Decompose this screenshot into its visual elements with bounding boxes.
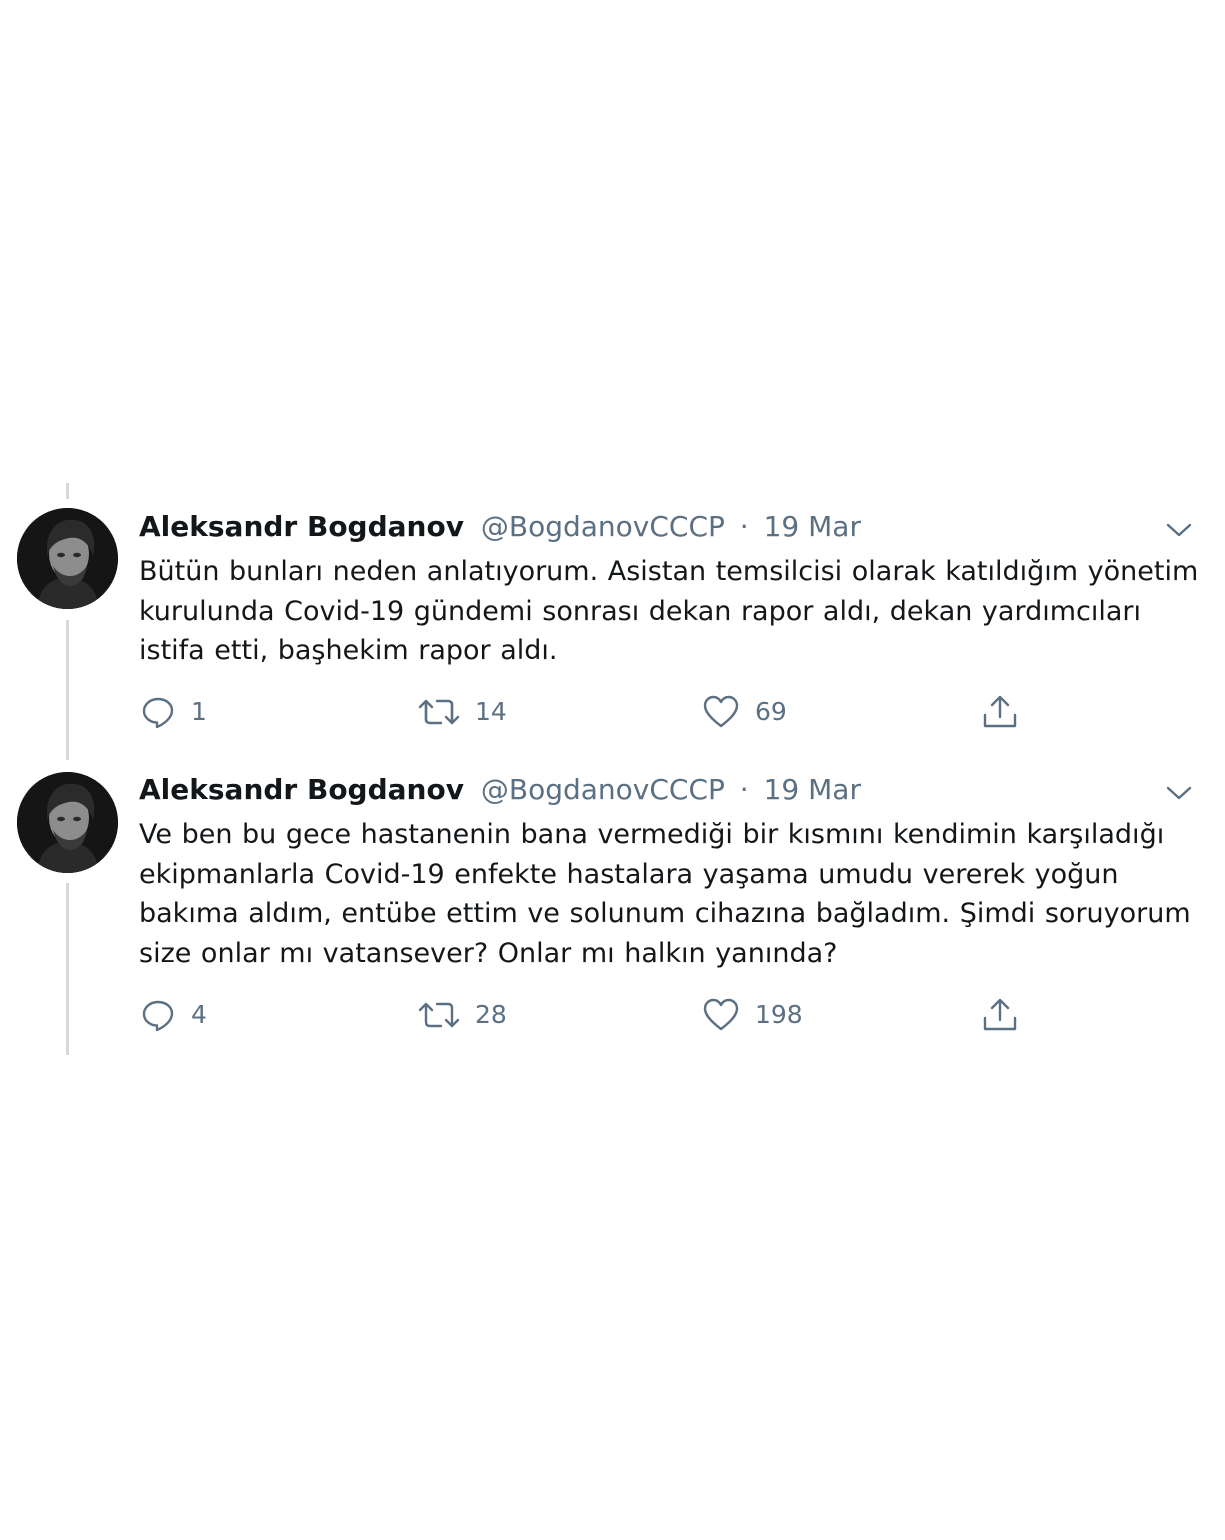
chevron-down-icon[interactable] [1162, 513, 1196, 547]
like-button[interactable]: 69 [701, 692, 787, 732]
chevron-down-icon[interactable] [1162, 776, 1196, 810]
avatar[interactable] [17, 508, 118, 609]
share-icon [981, 996, 1019, 1034]
avatar[interactable] [17, 772, 118, 873]
heart-icon [701, 693, 741, 731]
share-icon [981, 693, 1019, 731]
tweet-header: Aleksandr Bogdanov @BogdanovCCCP · 19 Ma… [139, 770, 861, 810]
author-handle[interactable]: @BogdanovCCCP [481, 773, 725, 806]
retweet-icon [417, 693, 461, 731]
like-button[interactable]: 198 [701, 995, 803, 1035]
author-handle[interactable]: @BogdanovCCCP [481, 510, 725, 543]
separator-dot: · [739, 510, 749, 543]
thread-line-top [66, 483, 69, 499]
reply-count: 1 [191, 697, 207, 726]
heart-icon [701, 996, 741, 1034]
tweet-actions: 4 28 198 [139, 995, 1219, 1035]
reply-icon [139, 996, 177, 1034]
author-name[interactable]: Aleksandr Bogdanov [139, 773, 464, 806]
retweet-count: 28 [475, 1000, 507, 1029]
retweet-button[interactable]: 28 [417, 995, 507, 1035]
thread-line-middle [66, 620, 69, 760]
reply-count: 4 [191, 1000, 207, 1029]
like-count: 198 [755, 1000, 803, 1029]
tweet-date[interactable]: 19 Mar [764, 510, 861, 543]
retweet-icon [417, 996, 461, 1034]
tweet-actions: 1 14 69 [139, 692, 1219, 732]
share-button[interactable] [981, 692, 1019, 732]
separator-dot: · [739, 773, 749, 806]
tweet-text: Bütün bunları neden anlatıyorum. Asistan… [139, 556, 1199, 666]
reply-button[interactable]: 4 [139, 995, 207, 1035]
thread-line-bottom [66, 883, 69, 1055]
tweet-header: Aleksandr Bogdanov @BogdanovCCCP · 19 Ma… [139, 507, 861, 547]
share-button[interactable] [981, 995, 1019, 1035]
author-name[interactable]: Aleksandr Bogdanov [139, 510, 464, 543]
tweet-date[interactable]: 19 Mar [764, 773, 861, 806]
reply-button[interactable]: 1 [139, 692, 207, 732]
like-count: 69 [755, 697, 787, 726]
retweet-count: 14 [475, 697, 507, 726]
reply-icon [139, 693, 177, 731]
retweet-button[interactable]: 14 [417, 692, 507, 732]
tweet-text: Ve ben bu gece hastanenin bana vermediği… [139, 819, 1191, 969]
